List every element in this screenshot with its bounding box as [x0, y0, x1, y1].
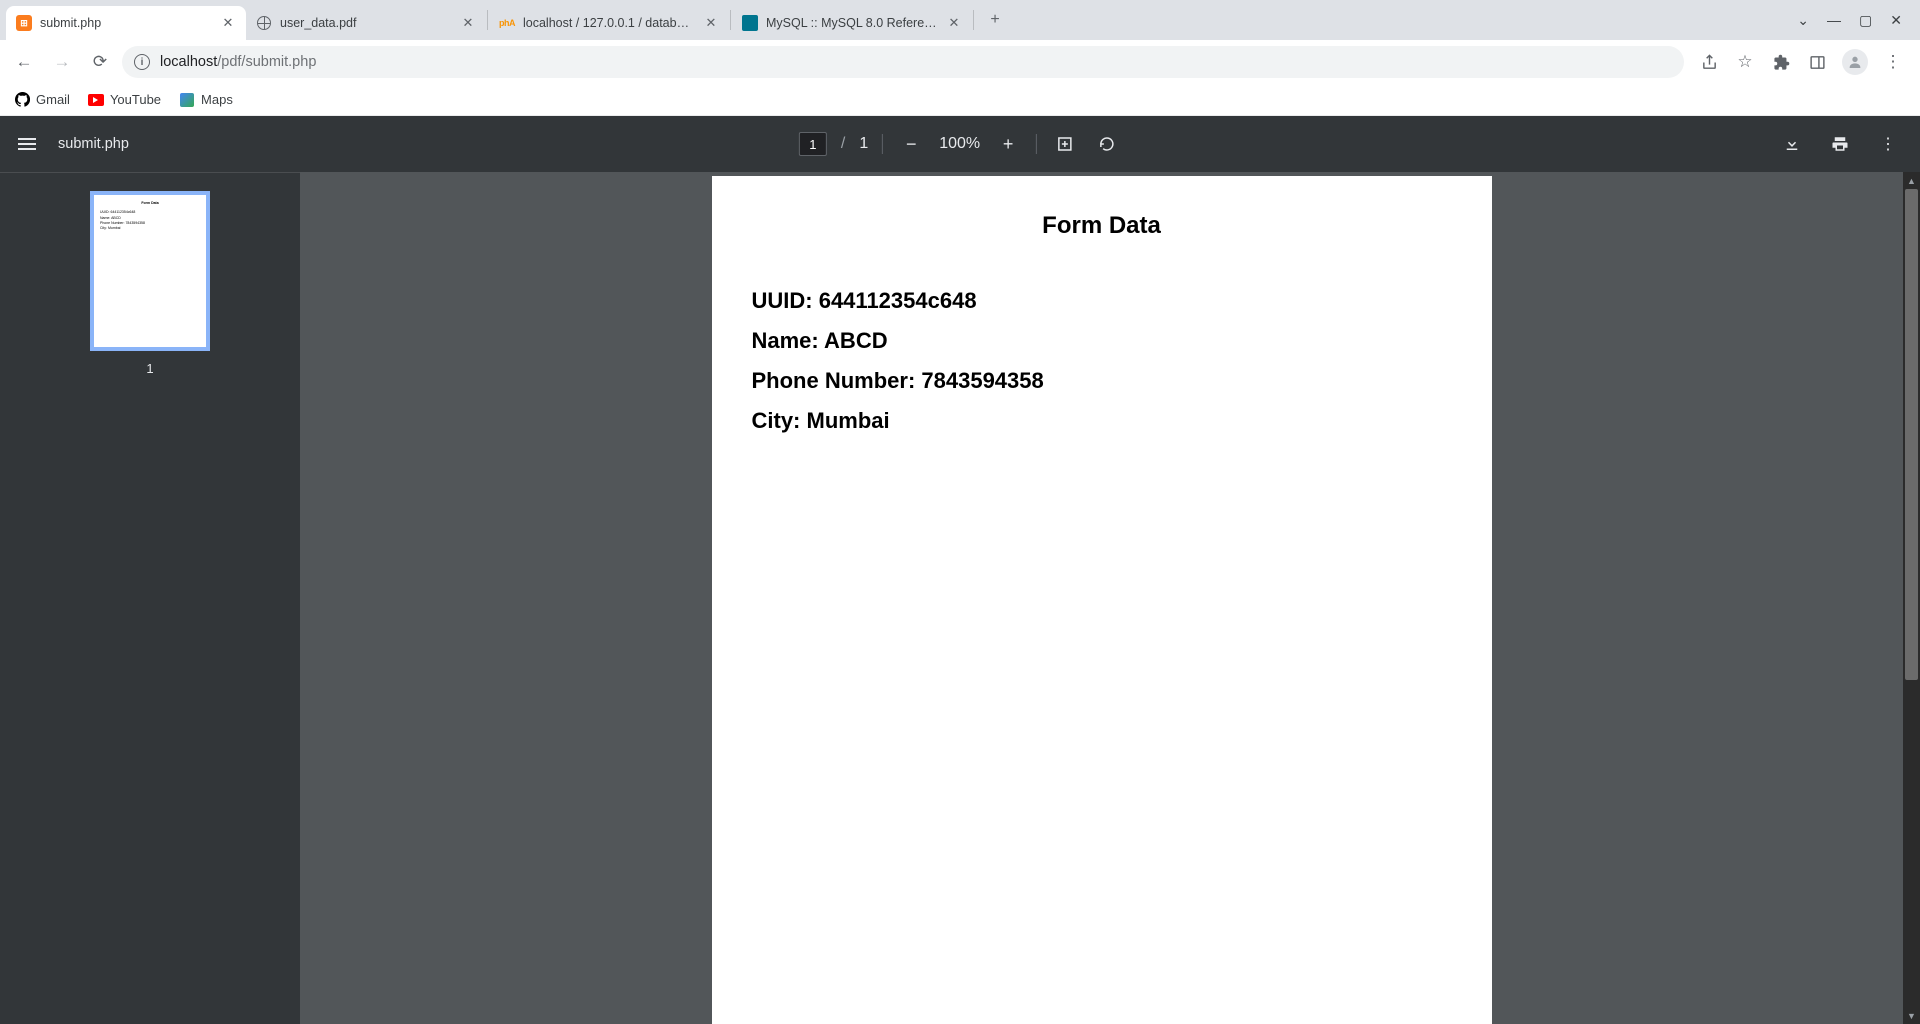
mysql-icon: [742, 15, 758, 31]
document-line: Phone Number: 7843594358: [752, 368, 1452, 394]
bookmark-youtube[interactable]: YouTube: [88, 92, 161, 108]
close-window-icon[interactable]: ✕: [1890, 12, 1902, 29]
close-icon[interactable]: ✕: [946, 15, 962, 31]
close-icon[interactable]: ✕: [703, 15, 719, 31]
tab-3[interactable]: MySQL :: MySQL 8.0 Reference M ✕: [732, 6, 972, 40]
page-separator: /: [841, 135, 845, 153]
print-icon[interactable]: [1826, 130, 1854, 158]
tab-title: localhost / 127.0.0.1 / database /: [523, 16, 695, 30]
bookmark-maps[interactable]: Maps: [179, 92, 233, 108]
zoom-in-button[interactable]: +: [994, 130, 1022, 158]
new-tab-button[interactable]: +: [981, 6, 1009, 34]
zoom-level: 100%: [939, 135, 980, 153]
document-title: Form Data: [752, 212, 1452, 240]
tab-0[interactable]: ⊞ submit.php ✕: [6, 6, 246, 40]
divider: [882, 134, 883, 154]
url-text: localhost/pdf/submit.php: [160, 54, 316, 70]
close-icon[interactable]: ✕: [460, 15, 476, 31]
side-panel-icon[interactable]: [1806, 51, 1828, 73]
tab-1[interactable]: user_data.pdf ✕: [246, 6, 486, 40]
divider: [1036, 134, 1037, 154]
pdf-page: Form Data UUID: 644112354c648 Name: ABCD…: [712, 176, 1492, 1024]
browser-tab-bar: ⊞ submit.php ✕ user_data.pdf ✕ phA local…: [0, 0, 1920, 40]
document-line: City: Mumbai: [752, 408, 1452, 434]
rotate-icon[interactable]: [1093, 130, 1121, 158]
reload-button[interactable]: ⟳: [84, 46, 116, 78]
maps-icon: [179, 92, 195, 108]
tab-separator: [487, 10, 488, 30]
youtube-icon: [88, 92, 104, 108]
bookmark-gmail[interactable]: Gmail: [14, 92, 70, 108]
xampp-icon: ⊞: [16, 15, 32, 31]
page-area[interactable]: Form Data UUID: 644112354c648 Name: ABCD…: [300, 172, 1903, 1024]
tab-2[interactable]: phA localhost / 127.0.0.1 / database / ✕: [489, 6, 729, 40]
globe-icon: [256, 15, 272, 31]
tab-title: submit.php: [40, 16, 212, 30]
thumbnail-page-number: 1: [146, 361, 153, 376]
pdf-viewer-body: Form Data UUID: 644112354c648 Name: ABCD…: [0, 172, 1920, 1024]
profile-avatar[interactable]: [1842, 49, 1868, 75]
tab-title: MySQL :: MySQL 8.0 Reference M: [766, 16, 938, 30]
back-button[interactable]: ←: [8, 46, 40, 78]
page-number-input[interactable]: [799, 132, 827, 156]
forward-button[interactable]: →: [46, 46, 78, 78]
maximize-icon[interactable]: ▢: [1859, 12, 1872, 29]
page-thumbnail[interactable]: Form Data UUID: 644112354c648 Name: ABCD…: [90, 191, 210, 351]
address-bar[interactable]: i localhost/pdf/submit.php: [122, 46, 1684, 78]
bookmark-label: Maps: [201, 92, 233, 107]
document-line: UUID: 644112354c648: [752, 288, 1452, 314]
pdf-toolbar: submit.php / 1 − 100% + ⋮: [0, 116, 1920, 172]
page-total: 1: [859, 135, 868, 153]
scroll-thumb[interactable]: [1905, 189, 1918, 680]
site-info-icon[interactable]: i: [134, 54, 150, 70]
menu-icon[interactable]: ⋮: [1882, 51, 1904, 73]
vertical-scrollbar[interactable]: ▲ ▼: [1903, 172, 1920, 1024]
chevron-down-icon[interactable]: ⌄: [1797, 12, 1809, 29]
zoom-out-button[interactable]: −: [897, 130, 925, 158]
browser-nav-bar: ← → ⟳ i localhost/pdf/submit.php ☆ ⋮: [0, 40, 1920, 84]
scroll-track[interactable]: [1903, 189, 1920, 1007]
share-icon[interactable]: [1698, 51, 1720, 73]
scroll-down-arrow[interactable]: ▼: [1903, 1007, 1920, 1024]
close-icon[interactable]: ✕: [220, 15, 236, 31]
phpmyadmin-icon: phA: [499, 15, 515, 31]
extensions-icon[interactable]: [1770, 51, 1792, 73]
minimize-icon[interactable]: —: [1827, 12, 1841, 28]
toolbar-right: ☆ ⋮: [1690, 49, 1912, 75]
tab-separator: [973, 10, 974, 30]
pdf-filename: submit.php: [58, 136, 129, 152]
bookmarks-bar: Gmail YouTube Maps: [0, 84, 1920, 116]
window-controls: ⌄ — ▢ ✕: [1779, 0, 1920, 40]
bookmark-star-icon[interactable]: ☆: [1734, 51, 1756, 73]
document-line: Name: ABCD: [752, 328, 1452, 354]
download-icon[interactable]: [1778, 130, 1806, 158]
bookmark-label: YouTube: [110, 92, 161, 107]
tab-title: user_data.pdf: [280, 16, 452, 30]
scroll-up-arrow[interactable]: ▲: [1903, 172, 1920, 189]
tab-separator: [730, 10, 731, 30]
github-icon: [14, 92, 30, 108]
thumbnail-panel: Form Data UUID: 644112354c648 Name: ABCD…: [0, 172, 300, 1024]
bookmark-label: Gmail: [36, 92, 70, 107]
more-icon[interactable]: ⋮: [1874, 130, 1902, 158]
fit-page-icon[interactable]: [1051, 130, 1079, 158]
hamburger-icon[interactable]: [18, 138, 36, 150]
